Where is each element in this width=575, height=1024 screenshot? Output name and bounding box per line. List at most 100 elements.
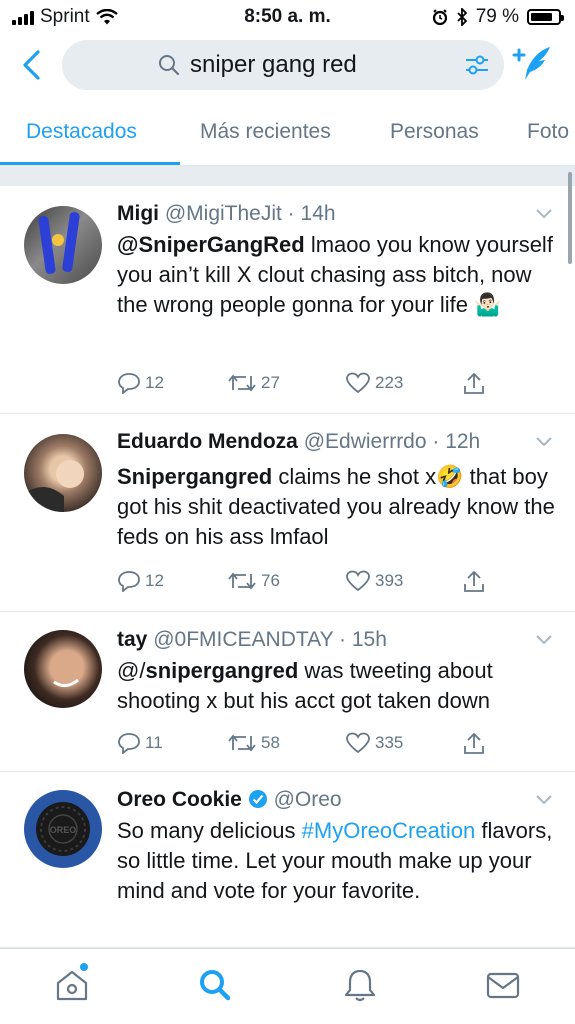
retweet-icon [228, 572, 256, 590]
tweet-actions: 12 76 393 [117, 570, 557, 598]
chevron-down-icon[interactable] [535, 208, 553, 220]
retweet-icon [228, 374, 256, 392]
share-button[interactable] [462, 372, 486, 396]
retweet-button[interactable]: 58 [227, 732, 280, 754]
share-icon [464, 732, 484, 754]
tab-personas[interactable]: Personas [390, 120, 479, 144]
chevron-down-icon[interactable] [535, 634, 553, 646]
display-name[interactable]: Oreo Cookie [117, 788, 242, 811]
tab-fotos[interactable]: Foto [527, 120, 569, 144]
reply-button[interactable]: 12 [117, 372, 164, 394]
tweet-body: So many delicious [117, 818, 302, 843]
battery-icon [527, 9, 564, 25]
hashtag-link[interactable]: #MyOreoCreation [302, 818, 476, 843]
active-tab-indicator [0, 162, 180, 165]
home-icon[interactable] [54, 967, 90, 1003]
highlighted-term: snipergangred [145, 658, 299, 683]
tweet-body: @/ [117, 658, 146, 683]
verified-icon [248, 790, 267, 808]
tweet[interactable]: OREO Oreo Cookie @Oreo So many delicious… [0, 772, 575, 948]
avatar[interactable] [24, 434, 102, 512]
avatar[interactable] [24, 630, 102, 708]
tweet-text: So many delicious #MyOreoCreation flavor… [117, 816, 557, 906]
chevron-down-icon[interactable] [535, 436, 553, 448]
tweet-header: tay @0FMICEANDTAY · 15h [117, 628, 387, 652]
emoji: 🤣 [436, 464, 464, 489]
reply-icon [118, 571, 140, 592]
search-header: sniper gang red [0, 34, 575, 98]
tweet-text: Snipergangred claims he shot x🤣 that boy… [117, 462, 557, 552]
display-name[interactable]: Eduardo Mendoza [117, 430, 298, 453]
emoji: 🤷🏻‍♂️ [474, 292, 502, 317]
chevron-down-icon[interactable] [535, 794, 553, 806]
search-icon [159, 55, 180, 76]
like-button[interactable]: 335 [345, 732, 403, 754]
filter-icon[interactable] [464, 53, 490, 77]
like-icon [346, 570, 370, 592]
tweet-header: Migi @MigiTheJit · 14h [117, 202, 336, 226]
share-icon [464, 372, 484, 394]
avatar[interactable] [24, 206, 102, 284]
tweet[interactable]: Eduardo Mendoza @Edwierrrdo · 12h Sniper… [0, 414, 575, 612]
avatar-logo-text: OREO [50, 825, 77, 835]
bluetooth-icon [457, 8, 467, 26]
retweet-count: 27 [261, 373, 280, 392]
retweet-button[interactable]: 27 [227, 372, 280, 394]
reply-count: 11 [145, 733, 163, 752]
like-button[interactable]: 223 [345, 372, 403, 394]
battery-percent: 79 % [475, 6, 519, 27]
chevron-left-icon[interactable] [18, 48, 48, 82]
retweet-count: 76 [261, 571, 280, 590]
search-input[interactable]: sniper gang red [62, 40, 504, 90]
like-icon [346, 372, 370, 394]
handle-time: @0FMICEANDTAY · 15h [153, 628, 387, 651]
reply-button[interactable]: 11 [117, 732, 163, 754]
tweet-header: Eduardo Mendoza @Edwierrrdo · 12h [117, 430, 480, 454]
explore-icon[interactable] [197, 967, 233, 1003]
alarm-icon [432, 9, 447, 25]
display-name[interactable]: tay [117, 628, 147, 651]
mention[interactable]: @SniperGangRed [117, 232, 305, 257]
compose-icon[interactable] [510, 44, 554, 84]
like-count: 335 [375, 733, 404, 752]
retweet-button[interactable]: 76 [227, 570, 280, 592]
bottom-tab-bar [0, 948, 575, 1024]
tweet-header: Oreo Cookie @Oreo [117, 788, 342, 812]
share-button[interactable] [462, 732, 486, 756]
display-name[interactable]: Migi [117, 202, 159, 225]
retweet-icon [228, 734, 256, 752]
messages-icon[interactable] [485, 967, 521, 1003]
like-icon [346, 732, 370, 754]
reply-icon [118, 733, 140, 754]
reply-button[interactable]: 12 [117, 570, 164, 592]
search-tabs: Destacados Más recientes Personas Foto [0, 108, 575, 166]
tab-destacados[interactable]: Destacados [26, 120, 137, 144]
tweet-text: @/snipergangred was tweeting about shoot… [117, 656, 557, 716]
tweet-actions: 11 58 335 [117, 732, 557, 760]
reply-icon [118, 373, 140, 394]
like-count: 393 [375, 571, 404, 590]
reply-count: 12 [145, 571, 164, 590]
like-button[interactable]: 393 [345, 570, 403, 592]
notifications-icon[interactable] [342, 967, 378, 1003]
tweet-body: claims he shot x [272, 464, 437, 489]
share-icon [464, 570, 484, 592]
retweet-count: 58 [261, 733, 280, 752]
like-count: 223 [375, 373, 404, 392]
search-query[interactable]: sniper gang red [190, 51, 357, 79]
tweet[interactable]: Migi @MigiTheJit · 14h @SniperGangRed lm… [0, 186, 575, 414]
share-button[interactable] [462, 570, 486, 594]
status-bar: Sprint 8:50 a. m. 79 % [0, 0, 575, 34]
tweet-text: @SniperGangRed lmaoo you know yourself y… [117, 230, 557, 320]
avatar[interactable]: OREO [24, 790, 102, 868]
reply-count: 12 [145, 373, 164, 392]
status-right: 79 % [432, 6, 564, 28]
tab-mas-recientes[interactable]: Más recientes [200, 120, 331, 144]
section-divider [0, 166, 575, 186]
handle-time: @Edwierrrdo · 12h [303, 430, 481, 453]
highlighted-term: Snipergangred [117, 464, 273, 489]
tweet-actions: 12 27 223 [117, 372, 557, 400]
tweet[interactable]: tay @0FMICEANDTAY · 15h @/snipergangred … [0, 612, 575, 772]
home-notification-dot [80, 963, 88, 971]
battery-fill [531, 13, 552, 21]
